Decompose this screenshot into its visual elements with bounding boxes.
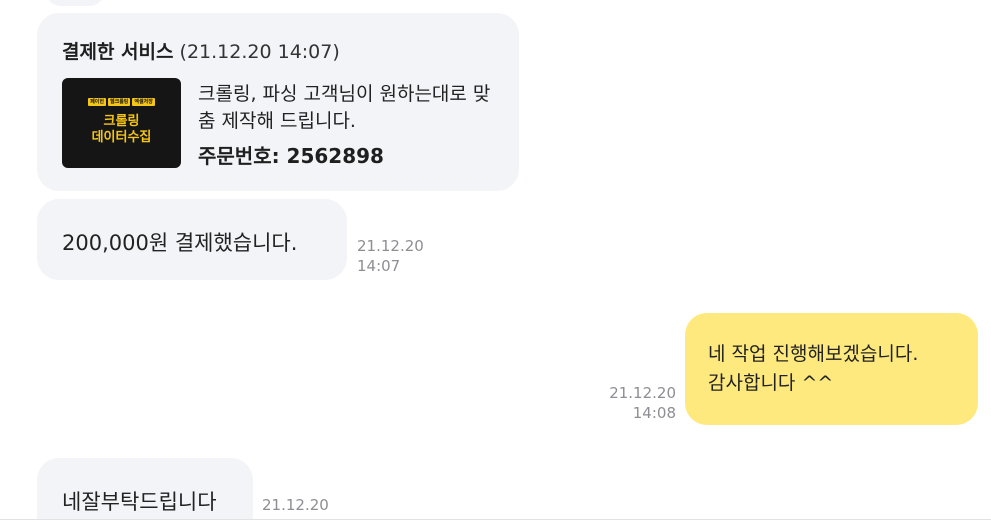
- service-card-title: 결제한 서비스: [62, 41, 174, 63]
- reply-message-line2: 감사합니다 ^^: [708, 372, 834, 394]
- payment-message-text: 200,000원 결제했습니다.: [62, 231, 298, 255]
- reply-message-line1: 네 작업 진행해보겠습니다.: [708, 343, 919, 365]
- reply-timestamp-date: 21.12.20: [609, 384, 676, 402]
- reply-message-text: 네 작업 진행해보겠습니다. 감사합니다 ^^: [708, 340, 918, 398]
- previous-message-bubble: [45, 0, 105, 6]
- input-area: [0, 520, 991, 528]
- thumbnail-tag: 엑셀저장: [132, 98, 155, 106]
- thumbnail-title: 크롤링 데이터수집: [62, 114, 181, 146]
- payment-timestamp-date: 21.12.20: [357, 237, 424, 255]
- service-card-message[interactable]: 결제한 서비스 (21.12.20 14:07) 페이헌 웹크롤링 엑셀저장 크…: [37, 13, 519, 191]
- last-message-timestamp-date: 21.12.20: [262, 496, 329, 514]
- chat-window: 결제한 서비스 (21.12.20 14:07) 페이헌 웹크롤링 엑셀저장 크…: [0, 0, 991, 528]
- thumbnail-tag: 웹크롤링: [108, 98, 131, 106]
- payment-timestamp-time: 14:07: [357, 257, 401, 275]
- order-number: 주문번호: 2562898: [198, 144, 384, 168]
- thumbnail-tag: 페이헌: [88, 98, 106, 106]
- reply-message[interactable]: 네 작업 진행해보겠습니다. 감사합니다 ^^: [685, 313, 978, 425]
- last-message[interactable]: 네잘부탁드립니다: [37, 458, 253, 528]
- payment-timestamp: 21.12.20 14:07: [357, 236, 424, 276]
- reply-timestamp: 21.12.20 14:08: [609, 383, 676, 423]
- service-card-header: 결제한 서비스 (21.12.20 14:07): [62, 37, 340, 64]
- thumbnail-tags: 페이헌 웹크롤링 엑셀저장: [62, 98, 181, 106]
- last-message-timestamp: 21.12.20: [262, 495, 329, 515]
- service-description: 크롤링, 파싱 고객님이 원하는대로 맞춤 제작해 드립니다.: [198, 83, 491, 132]
- service-card-datetime: (21.12.20 14:07): [179, 41, 340, 63]
- payment-message[interactable]: 200,000원 결제했습니다.: [37, 199, 347, 280]
- reply-timestamp-time: 14:08: [632, 404, 676, 422]
- thumbnail-title-line2: 데이터수집: [91, 130, 152, 145]
- service-thumbnail[interactable]: 페이헌 웹크롤링 엑셀저장 크롤링 데이터수집: [62, 78, 181, 168]
- last-message-text: 네잘부탁드립니다: [62, 490, 217, 514]
- thumbnail-title-line1: 크롤링: [103, 114, 140, 129]
